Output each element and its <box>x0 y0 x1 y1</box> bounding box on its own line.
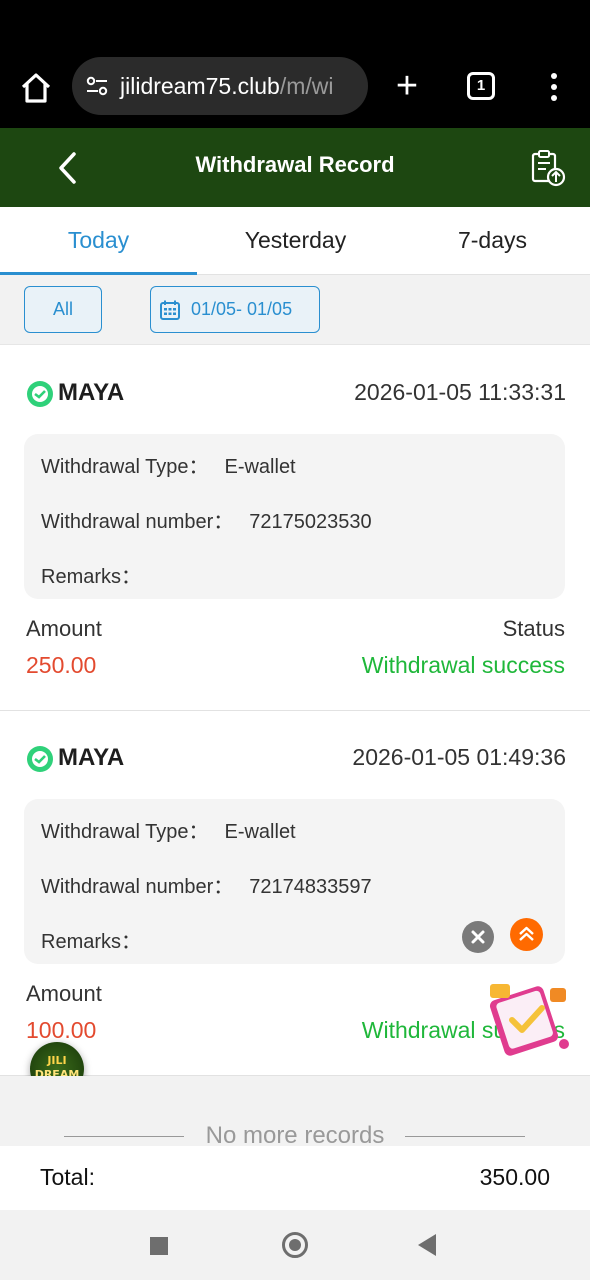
url-host: jilidream75.club <box>120 72 280 99</box>
withdrawal-number-label: Withdrawal number： <box>41 876 234 898</box>
record-details: Withdrawal Type： E-wallet Withdrawal numb… <box>24 434 565 599</box>
more-menu-icon[interactable] <box>545 70 563 104</box>
no-more-records: No more records <box>0 1076 590 1149</box>
system-nav-bar <box>0 1210 590 1280</box>
filter-bar: All 01/05- 01/05 <box>0 275 590 345</box>
remarks-label: Remarks： <box>41 566 142 588</box>
withdrawal-number-value: 72175023530 <box>249 511 372 533</box>
home-nav-icon[interactable] <box>282 1232 308 1258</box>
withdrawal-type-row: Withdrawal Type： E-wallet <box>41 450 296 479</box>
status-value: Withdrawal success <box>361 652 565 678</box>
withdrawal-type-label: Withdrawal Type： <box>41 456 209 478</box>
url-bar[interactable]: jilidream75.club/m/wi <box>72 57 368 115</box>
tab-7-days[interactable]: 7-days <box>394 207 590 275</box>
app-header: Withdrawal Record <box>0 128 590 207</box>
payment-method-label: MAYA <box>58 379 125 406</box>
record-datetime: 2026-01-05 01:49:36 <box>352 744 566 770</box>
withdrawal-number-label: Withdrawal number： <box>41 511 234 533</box>
total-bar: Total: 350.00 <box>0 1146 590 1210</box>
withdrawal-type-row: Withdrawal Type： E-wallet <box>41 815 296 844</box>
withdrawal-number-row: Withdrawal number： 72175023530 <box>41 505 372 534</box>
tab-yesterday[interactable]: Yesterday <box>197 207 394 275</box>
date-range-button[interactable]: 01/05- 01/05 <box>150 286 320 333</box>
recent-apps-icon[interactable] <box>150 1237 168 1255</box>
tab-switcher-button[interactable]: 1 <box>467 72 495 100</box>
amount-value: 100.00 <box>26 1017 97 1043</box>
remarks-row: Remarks： <box>41 925 141 954</box>
new-tab-icon[interactable]: + <box>392 67 422 105</box>
withdrawal-type-label: Withdrawal Type： <box>41 821 209 843</box>
scroll-to-top-icon[interactable] <box>510 918 543 951</box>
status-label: Status <box>502 616 565 641</box>
logo-text-line1: JILI <box>47 1054 67 1067</box>
withdrawal-record: MAYA 2026-01-05 11:33:31 Withdrawal Type… <box>0 346 590 711</box>
record-details: Withdrawal Type： E-wallet Withdrawal numb… <box>24 799 565 964</box>
calendar-icon <box>160 300 180 320</box>
withdrawal-number-value: 72174833597 <box>249 876 372 898</box>
status-bar <box>0 0 590 50</box>
remarks-label: Remarks： <box>41 931 142 953</box>
tab-today[interactable]: Today <box>0 207 197 275</box>
gift-task-icon[interactable] <box>486 978 572 1058</box>
close-icon[interactable] <box>462 921 494 953</box>
remarks-row: Remarks： <box>41 560 141 589</box>
back-nav-icon[interactable] <box>418 1234 436 1256</box>
record-datetime: 2026-01-05 11:33:31 <box>354 379 566 405</box>
site-settings-icon[interactable] <box>84 73 110 99</box>
amount-value: 250.00 <box>26 652 97 678</box>
maya-logo-icon <box>27 746 53 772</box>
clipboard-upload-icon[interactable] <box>528 148 568 188</box>
record-header: MAYA 2026-01-05 01:49:36 <box>26 741 566 775</box>
home-icon[interactable] <box>18 70 54 106</box>
period-tabs: Today Yesterday 7-days <box>0 207 590 275</box>
total-value: 350.00 <box>479 1164 550 1190</box>
total-label: Total: <box>40 1164 95 1190</box>
amount-label: Amount <box>26 616 102 641</box>
page-title: Withdrawal Record <box>195 152 395 177</box>
filter-all-button[interactable]: All <box>24 286 102 333</box>
maya-logo-icon <box>27 381 53 407</box>
record-header: MAYA 2026-01-05 11:33:31 <box>26 376 566 410</box>
date-range-label: 01/05- 01/05 <box>191 299 293 319</box>
withdrawal-number-row: Withdrawal number： 72174833597 <box>41 870 372 899</box>
browser-toolbar: jilidream75.club/m/wi + 1 <box>0 50 590 128</box>
url-path: /m/wi <box>279 72 334 99</box>
withdrawal-type-value: E-wallet <box>224 456 296 478</box>
divider-right <box>405 1136 525 1137</box>
withdrawal-type-value: E-wallet <box>224 821 296 843</box>
amount-label: Amount <box>26 981 102 1006</box>
payment-method-label: MAYA <box>58 744 125 771</box>
